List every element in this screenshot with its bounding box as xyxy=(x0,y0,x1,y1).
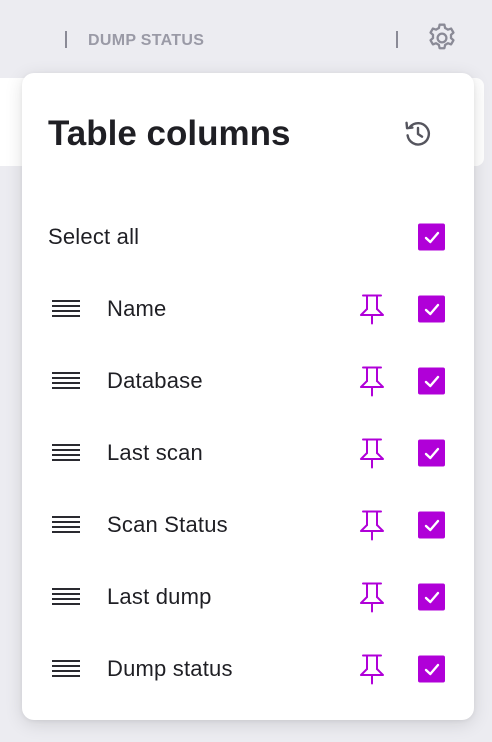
pin-icon xyxy=(360,438,384,469)
check-icon xyxy=(424,591,439,603)
pin-button[interactable] xyxy=(356,652,388,686)
column-label: Database xyxy=(107,368,203,393)
column-row-dump-status: Dump status xyxy=(22,633,474,705)
gear-icon xyxy=(429,23,455,50)
pin-icon xyxy=(360,366,384,397)
pin-button[interactable] xyxy=(356,508,388,542)
check-icon xyxy=(424,663,439,675)
pin-button[interactable] xyxy=(356,364,388,398)
table-header-bar: DUMP STATUS xyxy=(0,0,492,78)
column-divider[interactable] xyxy=(396,31,398,48)
drag-handle-icon[interactable] xyxy=(51,586,81,608)
column-visible-checkbox[interactable] xyxy=(418,583,445,611)
select-all-row[interactable]: Select all xyxy=(22,201,474,273)
reset-columns-button[interactable] xyxy=(400,116,436,152)
drag-handle-icon[interactable] xyxy=(51,370,81,392)
pin-button[interactable] xyxy=(356,292,388,326)
column-visible-checkbox[interactable] xyxy=(418,295,445,323)
pin-icon xyxy=(360,510,384,541)
check-icon xyxy=(424,231,439,243)
pin-icon xyxy=(360,294,384,325)
pin-icon xyxy=(360,582,384,613)
column-visible-checkbox[interactable] xyxy=(418,655,445,683)
column-visible-checkbox[interactable] xyxy=(418,367,445,395)
drag-handle-icon[interactable] xyxy=(51,514,81,536)
drag-handle-icon[interactable] xyxy=(51,298,81,320)
drag-handle-icon[interactable] xyxy=(51,442,81,464)
select-all-checkbox[interactable] xyxy=(418,223,445,251)
pin-button[interactable] xyxy=(356,436,388,470)
column-row-name: Name xyxy=(22,273,474,345)
select-all-label: Select all xyxy=(48,224,140,249)
check-icon xyxy=(424,375,439,387)
drag-handle-icon[interactable] xyxy=(51,658,81,680)
column-row-database: Database xyxy=(22,345,474,417)
check-icon xyxy=(424,447,439,459)
pin-button[interactable] xyxy=(356,580,388,614)
check-icon xyxy=(424,519,439,531)
column-row-last-dump: Last dump xyxy=(22,561,474,633)
column-visible-checkbox[interactable] xyxy=(418,511,445,539)
check-icon xyxy=(424,303,439,315)
column-label: Last dump xyxy=(107,584,212,609)
settings-button[interactable] xyxy=(424,20,460,56)
column-divider[interactable] xyxy=(65,31,67,48)
column-visible-checkbox[interactable] xyxy=(418,439,445,467)
column-label: Last scan xyxy=(107,440,203,465)
column-row-scan-status: Scan Status xyxy=(22,489,474,561)
column-label: Name xyxy=(107,296,167,321)
history-icon xyxy=(405,121,431,146)
column-row-last-scan: Last scan xyxy=(22,417,474,489)
column-header-dump-status[interactable]: DUMP STATUS xyxy=(88,32,204,50)
column-label: Dump status xyxy=(107,656,233,681)
pin-icon xyxy=(360,654,384,685)
column-label: Scan Status xyxy=(107,512,228,537)
panel-title: Table columns xyxy=(48,114,291,153)
table-columns-panel: Table columns Select all Name Database L… xyxy=(22,73,474,720)
